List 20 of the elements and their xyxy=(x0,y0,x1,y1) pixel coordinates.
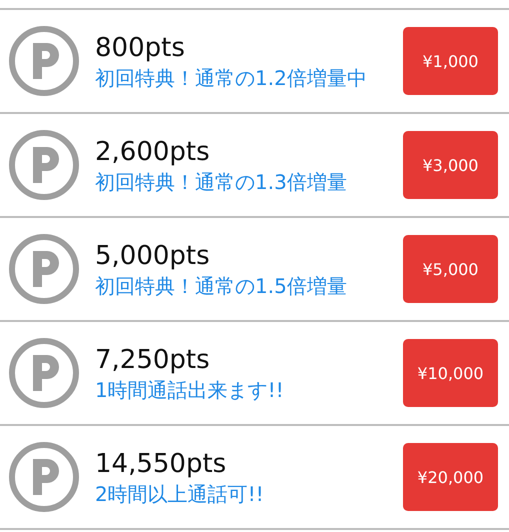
bonus-note: 初回特典！通常の1.3倍増量 xyxy=(95,169,347,195)
p-circle-icon xyxy=(8,441,80,513)
price-button[interactable]: ¥5,000 xyxy=(403,235,498,303)
p-circle-icon xyxy=(8,129,80,201)
p-circle-icon xyxy=(8,233,80,305)
bonus-note: 初回特典！通常の1.5倍増量 xyxy=(95,273,347,299)
price-button[interactable]: ¥1,000 xyxy=(403,27,498,95)
points-amount: 2,600pts xyxy=(95,136,210,169)
p-circle-icon xyxy=(8,25,80,97)
points-amount: 800pts xyxy=(95,32,185,65)
bonus-note: 2時間以上通話可!! xyxy=(95,481,264,507)
p-circle-icon xyxy=(8,337,80,409)
bonus-note: 1時間通話出来ます!! xyxy=(95,377,284,403)
points-amount: 14,550pts xyxy=(95,448,226,481)
price-button[interactable]: ¥3,000 xyxy=(403,131,498,199)
bonus-note: 初回特典！通常の1.2倍増量中 xyxy=(95,65,367,91)
price-button[interactable]: ¥20,000 xyxy=(403,443,498,511)
points-amount: 7,250pts xyxy=(95,344,210,377)
points-amount: 5,000pts xyxy=(95,240,210,273)
price-button[interactable]: ¥10,000 xyxy=(403,339,498,407)
